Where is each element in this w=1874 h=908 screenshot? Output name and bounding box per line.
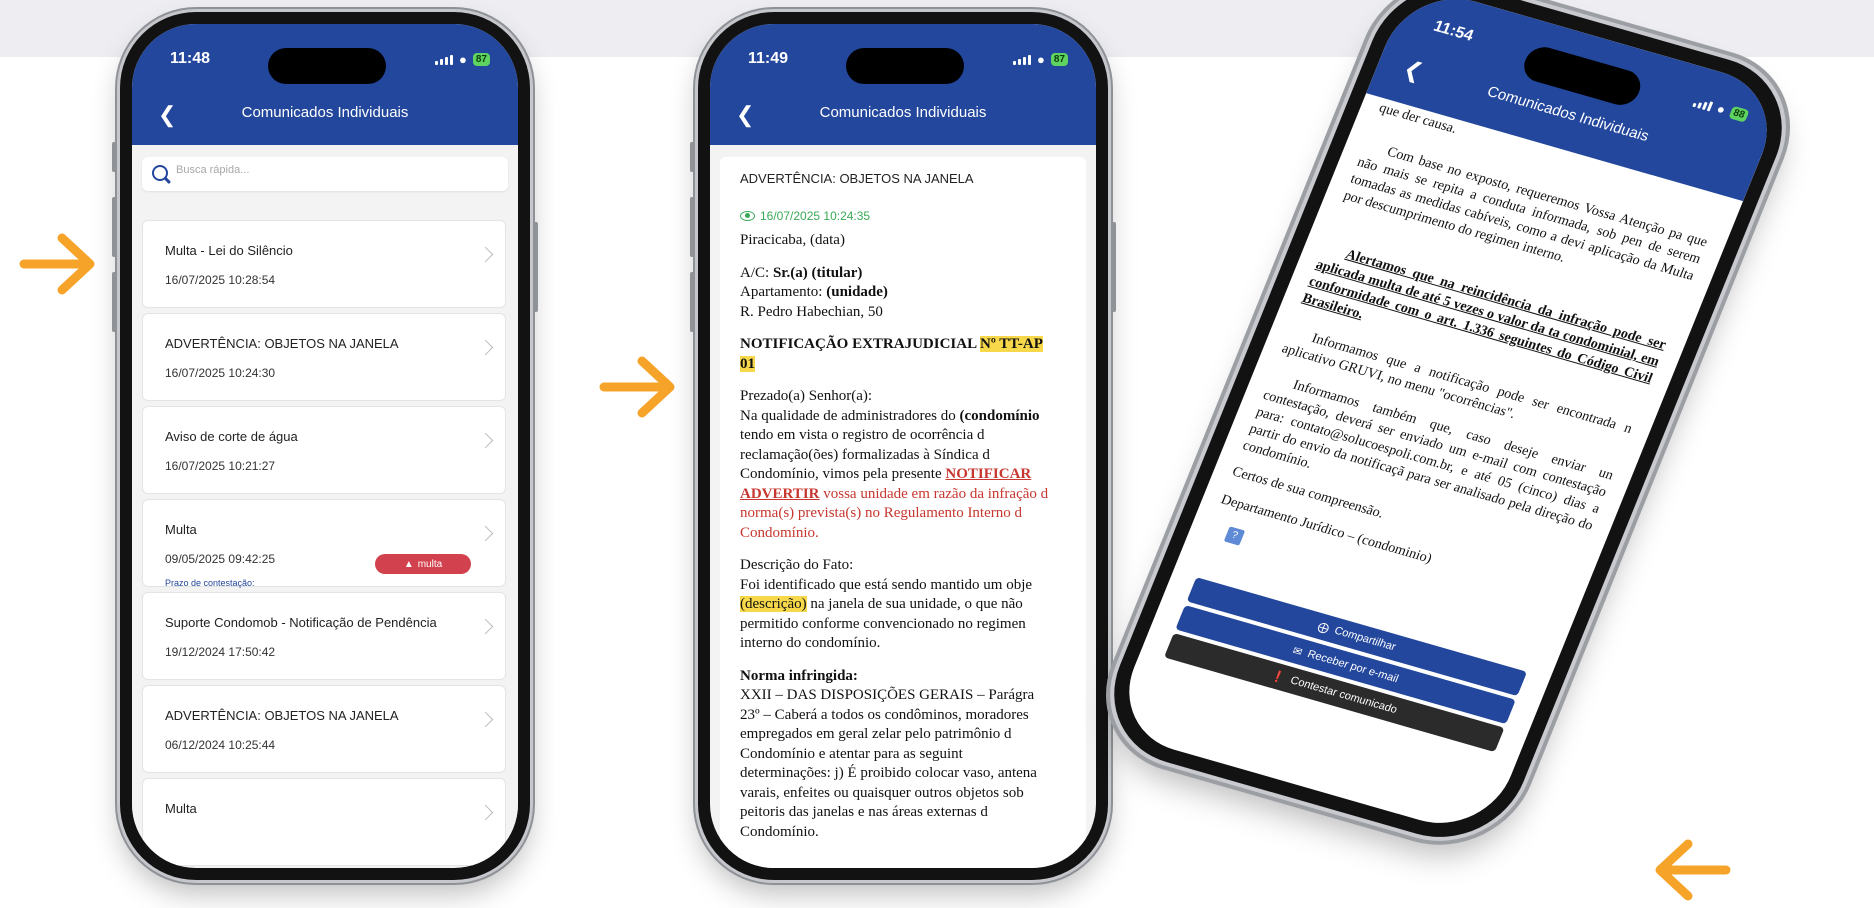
status-badge: ▲ multa — [375, 554, 471, 574]
norm-paragraph: Norma infringida: XXII – DAS DISPOSIÇÕES… — [740, 667, 1037, 840]
battery-icon: 87 — [472, 53, 490, 66]
eye-icon — [740, 211, 755, 221]
item-title: Multa - Lei do Silêncio — [165, 243, 293, 258]
item-title: Aviso de corte de água — [165, 429, 298, 444]
chevron-right-icon — [477, 711, 494, 728]
alert-icon: ❗ — [1269, 669, 1288, 685]
chevron-right-icon — [477, 339, 494, 356]
signal-icon — [1013, 54, 1032, 65]
fact-paragraph: Descrição do Fato: Foi identificado que … — [740, 557, 1033, 651]
clock: 11:48 — [170, 50, 211, 67]
read-timestamp: 16/07/2025 10:24:35 — [760, 209, 871, 223]
signal-icon — [1692, 97, 1714, 112]
wifi-icon: ● — [1714, 101, 1728, 118]
phone-actions: ❮ Comunicados Individuais 11:54 ● 88 que… — [1089, 0, 1807, 856]
item-date: 06/12/2024 10:25:44 — [165, 738, 276, 752]
wifi-icon: ● — [459, 52, 467, 67]
item-date: 09/05/2025 09:42:25 — [165, 552, 276, 566]
list-item[interactable]: Multa 09/05/2025 09:42:25 Prazo de conte… — [142, 499, 506, 588]
item-date: 19/12/2024 17:50:42 — [165, 645, 276, 659]
item-title: Suporte Condomob - Notificação de Pendên… — [165, 615, 437, 630]
warning-icon: ▲ — [403, 558, 414, 570]
item-title: ADVERTÊNCIA: OBJETOS NA JANELA — [165, 336, 399, 351]
chevron-right-icon — [477, 432, 494, 449]
list-item[interactable]: Multa - Lei do Silêncio 16/07/2025 10:28… — [142, 220, 506, 308]
notice-list: Multa - Lei do Silêncio 16/07/2025 10:28… — [132, 202, 518, 866]
item-date: 16/07/2025 10:28:54 — [165, 273, 276, 287]
deadline-label: Prazo de contestação: — [165, 578, 255, 588]
chevron-right-icon — [477, 618, 494, 635]
phone-detail: ❮ Comunicados Individuais 11:49 ● 87 ADV… — [690, 12, 1116, 880]
read-receipt: 16/07/2025 10:24:35 — [740, 209, 870, 223]
chevron-right-icon — [477, 525, 494, 542]
arrow-left-icon — [1655, 839, 1731, 901]
place-date: Piracicaba, (data) — [740, 232, 845, 248]
intro-paragraph: Prezado(a) Senhor(a): Na qualidade de ad… — [740, 388, 1049, 541]
arrow-right-icon — [19, 233, 95, 295]
signal-icon — [435, 54, 454, 65]
search-input[interactable] — [174, 163, 478, 177]
list-item[interactable]: Aviso de corte de água 16/07/2025 10:21:… — [142, 406, 506, 494]
phone-list: ❮ Comunicados Individuais 11:48 ● 87 Mul… — [112, 12, 538, 880]
addressee-block: A/C: Sr.(a) (titular) Apartamento: (unid… — [740, 264, 888, 320]
share-icon: ⨁ — [1315, 620, 1332, 635]
chevron-right-icon — [477, 804, 494, 821]
screen: ❮ Comunicados Individuais 11:49 ● 87 ADV… — [710, 24, 1096, 868]
item-title: Multa — [165, 801, 197, 816]
list-item[interactable]: ADVERTÊNCIA: OBJETOS NA JANELA 16/07/202… — [142, 313, 506, 401]
item-title: ADVERTÊNCIA: OBJETOS NA JANELA — [165, 708, 399, 723]
dynamic-island — [846, 48, 964, 84]
battery-icon: 87 — [1050, 53, 1068, 66]
notice-subject: ADVERTÊNCIA: OBJETOS NA JANELA — [740, 171, 974, 186]
item-date: 16/07/2025 10:21:27 — [165, 459, 276, 473]
envelope-icon: ✉ — [1290, 644, 1305, 659]
notice-document: ADVERTÊNCIA: OBJETOS NA JANELA 16/07/202… — [720, 157, 1086, 868]
screen: ❮ Comunicados Individuais 11:54 ● 88 que… — [1108, 0, 1788, 839]
search-icon — [152, 165, 168, 181]
badge-label: multa — [417, 558, 443, 570]
page-title: Comunicados Individuais — [241, 104, 409, 121]
dynamic-island — [268, 48, 386, 84]
notification-title: NOTIFICAÇÃO EXTRAJUDICIAL Nº TT-AP 01 — [740, 336, 1043, 372]
chevron-right-icon — [477, 246, 494, 263]
attachment-icon[interactable]: ? — [1223, 526, 1246, 546]
item-title: Multa — [165, 522, 197, 537]
list-item[interactable]: Suporte Condomob - Notificação de Pendên… — [142, 592, 506, 680]
list-item[interactable]: ADVERTÊNCIA: OBJETOS NA JANELA 06/12/202… — [142, 685, 506, 773]
notice-body: Piracicaba, (data) A/C: Sr.(a) (titular)… — [740, 231, 1086, 855]
wifi-icon: ● — [1037, 52, 1045, 67]
page-title: Comunicados Individuais — [819, 104, 987, 121]
share-label: Compartilhar — [1332, 624, 1398, 654]
search-bar[interactable] — [142, 157, 508, 191]
list-item[interactable]: Multa — [142, 778, 506, 866]
arrow-right-icon — [599, 356, 675, 418]
status-bar: 11:48 ● 87 — [132, 24, 518, 84]
battery-icon: 88 — [1728, 105, 1750, 123]
item-date: 16/07/2025 10:24:30 — [165, 366, 276, 380]
clock: 11:49 — [748, 50, 789, 67]
screen: ❮ Comunicados Individuais 11:48 ● 87 Mul… — [132, 24, 518, 868]
status-bar: 11:49 ● 87 — [710, 24, 1096, 84]
